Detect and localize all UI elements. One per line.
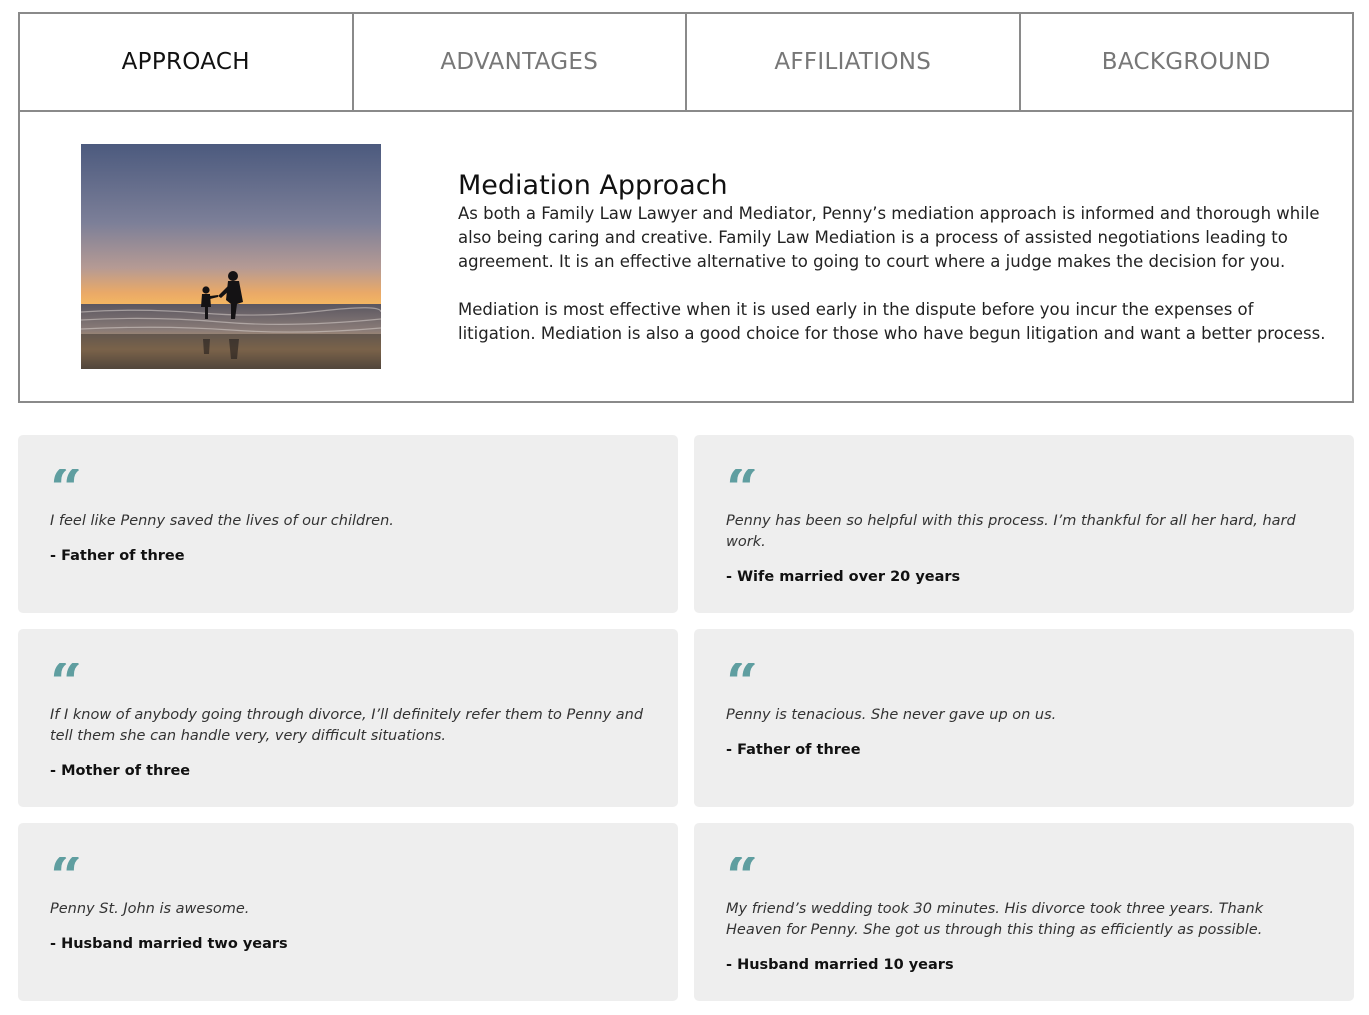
- testimonial-author: - Mother of three: [50, 763, 191, 779]
- approach-text-block: Mediation Approach As both a Family Law …: [458, 170, 1328, 346]
- quote-icon: “: [50, 663, 646, 693]
- testimonial-text: Penny is tenacious. She never gave up on…: [726, 707, 1057, 723]
- tab-affiliations[interactable]: AFFILIATIONS: [687, 14, 1021, 110]
- quote-icon: “: [50, 469, 646, 499]
- testimonial-card: “ Penny is tenacious. She never gave up …: [694, 629, 1354, 807]
- testimonial-text: If I know of anybody going through divor…: [50, 707, 644, 744]
- testimonial-text: Penny has been so helpful with this proc…: [726, 513, 1296, 550]
- approach-paragraph: As both a Family Law Lawyer and Mediator…: [458, 204, 1320, 271]
- testimonial-card: “ Penny has been so helpful with this pr…: [694, 435, 1354, 613]
- tab-advantages[interactable]: ADVANTAGES: [354, 14, 687, 110]
- quote-icon: “: [726, 469, 1322, 499]
- testimonial-text: Penny St. John is awesome.: [50, 901, 250, 917]
- testimonial-card: “ Penny St. John is awesome. - Husband m…: [18, 823, 678, 1001]
- beach-sunset-photo: [81, 144, 381, 369]
- testimonial-card: “ If I know of anybody going through div…: [18, 629, 678, 807]
- testimonial-author: - Father of three: [50, 548, 185, 564]
- testimonial-author: - Husband married 10 years: [726, 957, 954, 973]
- quote-icon: “: [726, 857, 1322, 887]
- testimonial-card: “ I feel like Penny saved the lives of o…: [18, 435, 678, 613]
- testimonial-card: “ My friend’s wedding took 30 minutes. H…: [694, 823, 1354, 1001]
- approach-title: Mediation Approach: [458, 170, 728, 201]
- testimonial-text: My friend’s wedding took 30 minutes. His…: [726, 901, 1264, 938]
- tab-bar: APPROACH ADVANTAGES AFFILIATIONS BACKGRO…: [20, 14, 1352, 112]
- testimonial-text: I feel like Penny saved the lives of our…: [50, 513, 394, 529]
- tab-background[interactable]: BACKGROUND: [1021, 14, 1353, 110]
- tab-approach[interactable]: APPROACH: [20, 14, 354, 110]
- approach-paragraph: Mediation is most effective when it is u…: [458, 300, 1326, 343]
- testimonial-author: - Wife married over 20 years: [726, 569, 961, 585]
- tab-content-approach: Mediation Approach As both a Family Law …: [20, 112, 1352, 401]
- quote-icon: “: [50, 857, 646, 887]
- tabs-panel: APPROACH ADVANTAGES AFFILIATIONS BACKGRO…: [18, 12, 1354, 403]
- testimonial-author: - Father of three: [726, 742, 861, 758]
- testimonial-author: - Husband married two years: [50, 936, 288, 952]
- testimonials-grid: “ I feel like Penny saved the lives of o…: [18, 435, 1354, 1001]
- quote-icon: “: [726, 663, 1322, 693]
